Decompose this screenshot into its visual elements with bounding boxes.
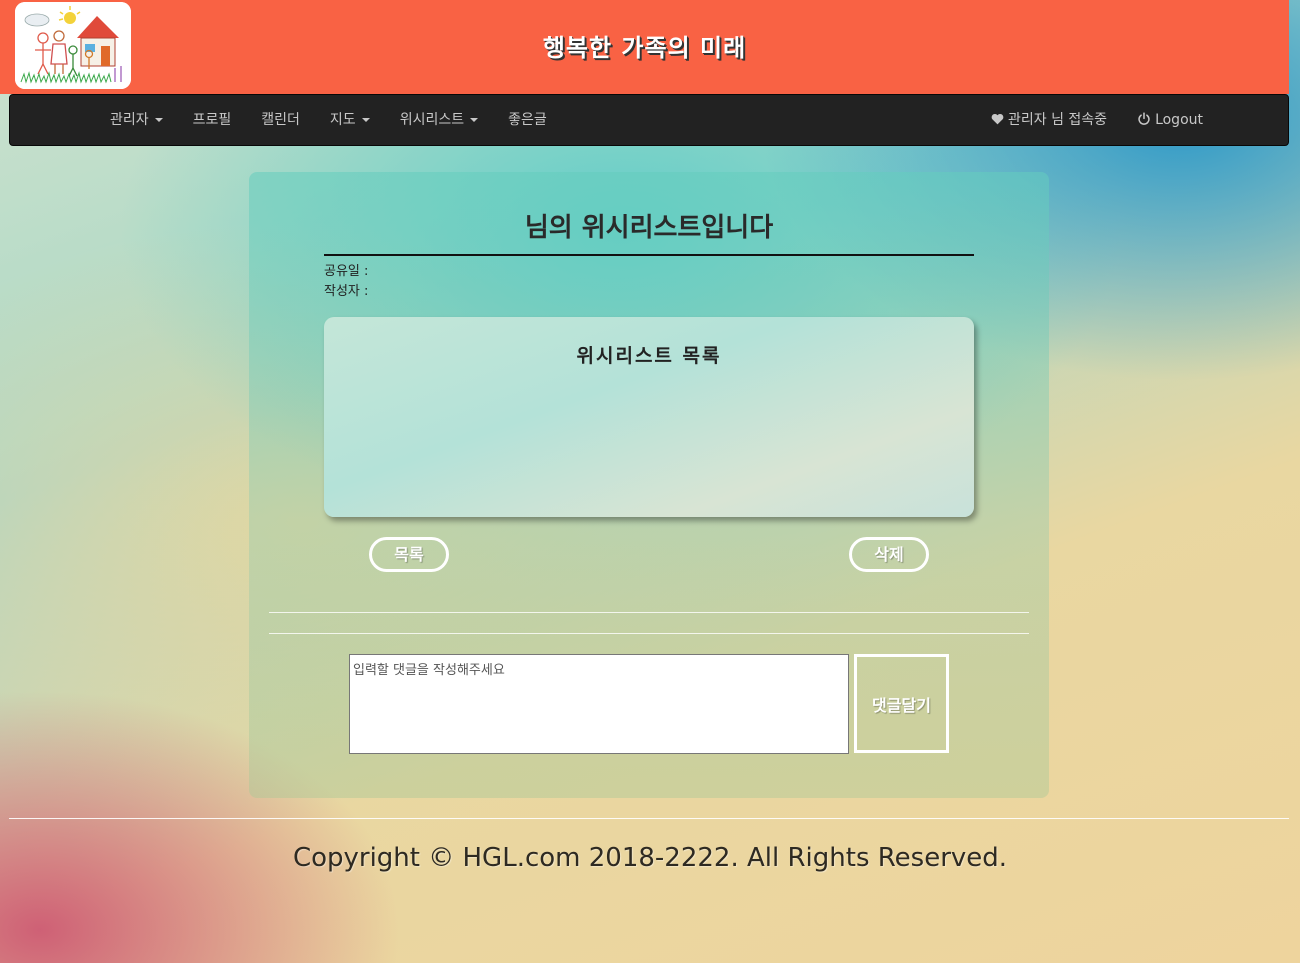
- nav-logout[interactable]: Logout: [1122, 95, 1218, 145]
- logout-label: Logout: [1155, 112, 1203, 128]
- caret-down-icon: [361, 118, 370, 122]
- nav-item-admin[interactable]: 관리자: [95, 95, 178, 145]
- caret-down-icon: [154, 118, 163, 122]
- nav-user-status[interactable]: 관리자 님 접속중: [976, 95, 1122, 145]
- divider: [269, 612, 1029, 613]
- nav-item-wishlist-label: 위시리스트: [399, 112, 465, 128]
- divider: [269, 633, 1029, 634]
- page-title: 님의 위시리스트입니다: [324, 206, 974, 256]
- nav-item-calendar-label: 캘린더: [261, 112, 300, 128]
- site-title[interactable]: 행복한 가족의 미래: [0, 28, 1289, 63]
- share-date-label: 공유일 :: [324, 264, 369, 279]
- comment-input[interactable]: [349, 654, 849, 754]
- nav-menu-right: 관리자 님 접속중 Logout: [976, 95, 1218, 145]
- nav-item-calendar[interactable]: 캘린더: [246, 95, 315, 145]
- nav-item-map-label: 지도: [329, 112, 356, 128]
- power-icon: [1138, 111, 1150, 125]
- nav-item-profile-label: 프로필: [192, 112, 232, 128]
- nav-item-admin-label: 관리자: [110, 112, 149, 128]
- nav-item-profile[interactable]: 프로필: [178, 95, 247, 145]
- user-status-label: 관리자 님 접속중: [1008, 112, 1108, 128]
- nav-item-map[interactable]: 지도: [315, 95, 385, 145]
- writer-label: 작성자 :: [324, 284, 369, 299]
- caret-down-icon: [470, 118, 479, 122]
- list-button[interactable]: 목록: [369, 537, 449, 572]
- copyright-text: Copyright © HGL.com 2018-2222. All Right…: [292, 843, 1008, 873]
- footer-divider: [9, 818, 1289, 819]
- heart-icon: [991, 113, 1004, 124]
- delete-button[interactable]: 삭제: [849, 537, 929, 572]
- wishlist-box-title: 위시리스트 목록: [576, 345, 722, 367]
- wishlist-box: 위시리스트 목록: [324, 317, 974, 517]
- add-comment-button[interactable]: 댓글달기: [854, 654, 949, 753]
- nav-item-wishlist[interactable]: 위시리스트: [385, 95, 493, 145]
- site-header: 행복한 가족의 미래: [0, 0, 1289, 94]
- nav-item-good-posts[interactable]: 좋은글: [493, 95, 562, 145]
- nav-item-good-posts-label: 좋은글: [508, 112, 547, 128]
- nav-menu-left: 관리자 프로필 캘린더 지도 위시리스트 좋은글: [95, 95, 562, 145]
- main-navbar: 관리자 프로필 캘린더 지도 위시리스트 좋은글 관리자 님 접속중 Logou…: [9, 94, 1289, 146]
